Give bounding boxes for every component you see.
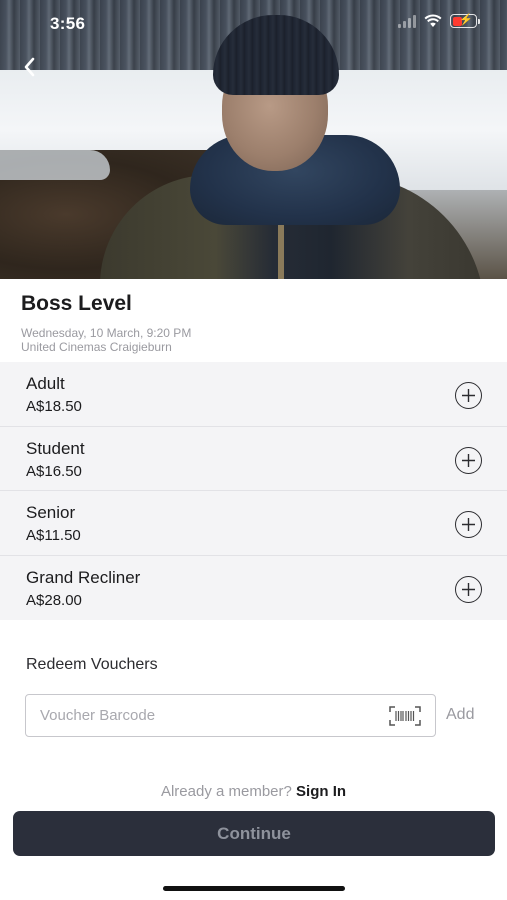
ticket-price: A$11.50 <box>26 527 81 544</box>
ticket-name: Senior <box>26 503 76 522</box>
status-time: 3:56 <box>50 14 86 33</box>
ticket-row-grand-recliner: Grand Recliner A$28.00 <box>0 556 507 621</box>
home-indicator <box>163 886 345 891</box>
add-adult-ticket-button[interactable] <box>455 382 482 409</box>
member-prompt-text: Already a member? <box>160 783 292 800</box>
hero-zipper <box>278 225 284 279</box>
status-bar: 3:56 ⚡ <box>0 0 507 44</box>
ticket-type-list: Adult A$18.50 Student A$16.50 Senior A$1… <box>0 362 507 620</box>
ticket-name: Student <box>26 438 85 458</box>
ticket-row-adult: Adult A$18.50 <box>0 362 507 427</box>
wifi-icon <box>424 14 442 27</box>
ticket-name: Adult <box>26 374 65 393</box>
plus-icon <box>462 518 475 531</box>
status-icons: ⚡ <box>398 14 480 28</box>
member-prompt: Already a member? Sign In <box>0 783 507 800</box>
ticket-price: A$28.00 <box>26 591 82 609</box>
add-voucher-button[interactable]: Add <box>446 706 474 724</box>
continue-button[interactable]: Continue <box>13 811 495 856</box>
battery-charging-icon: ⚡ <box>450 14 480 28</box>
plus-icon <box>462 582 475 596</box>
chevron-left-icon <box>24 57 35 77</box>
sign-in-link[interactable]: Sign In <box>296 783 346 800</box>
hero-person <box>100 15 485 279</box>
ticket-name: Grand Recliner <box>26 567 141 587</box>
ticket-price: A$18.50 <box>26 398 82 415</box>
session-datetime: Wednesday, 10 March, 9:20 PM <box>21 326 192 340</box>
ticket-row-student: Student A$16.50 <box>0 427 507 491</box>
add-grand-recliner-ticket-button[interactable] <box>455 575 482 603</box>
voucher-barcode-input[interactable] <box>26 707 376 724</box>
add-student-ticket-button[interactable] <box>455 446 482 474</box>
plus-icon <box>462 453 475 467</box>
plus-icon <box>462 389 475 402</box>
voucher-field <box>25 694 436 737</box>
ticket-row-senior: Senior A$11.50 <box>0 491 507 556</box>
back-button[interactable] <box>14 52 44 82</box>
hero-water <box>0 150 110 180</box>
signal-icon <box>398 14 416 28</box>
ticket-price: A$16.50 <box>26 462 82 480</box>
cinema-name: United Cinemas Craigieburn <box>21 340 172 354</box>
add-senior-ticket-button[interactable] <box>455 511 482 538</box>
redeem-vouchers-heading: Redeem Vouchers <box>26 656 158 673</box>
movie-title: Boss Level <box>21 292 132 315</box>
session-info: Wednesday, 10 March, 9:20 PM United Cine… <box>21 326 191 354</box>
barcode-scan-icon[interactable] <box>389 706 421 726</box>
